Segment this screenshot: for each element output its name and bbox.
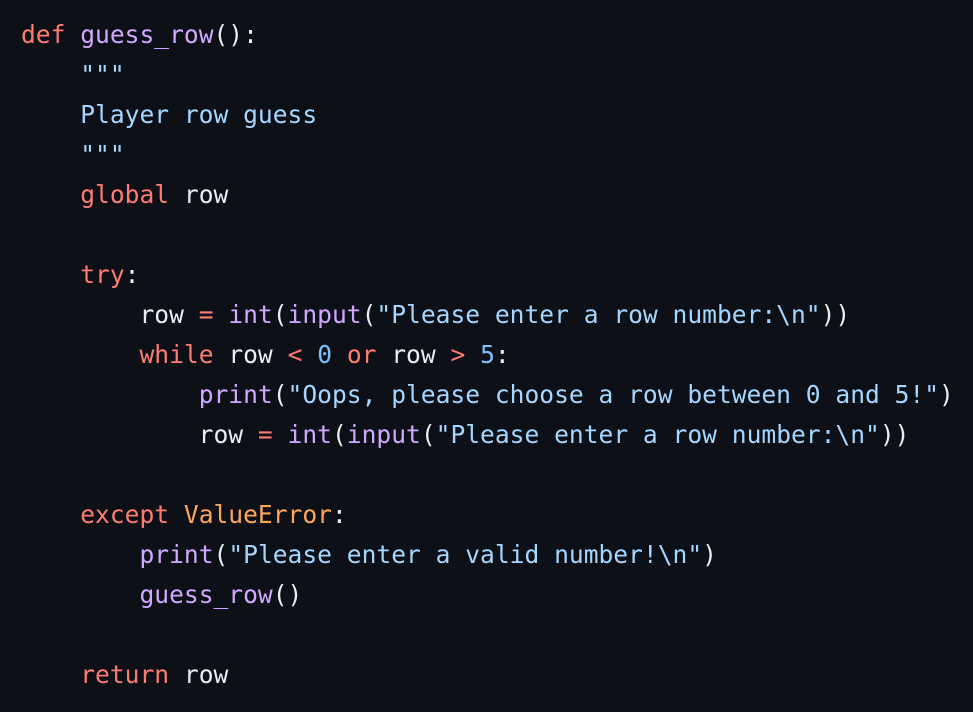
code-token-builtin: print [139, 540, 214, 569]
code-token-string: "Please enter a row number:\n" [435, 420, 880, 449]
code-token-keyword: def [21, 20, 66, 49]
code-token-keyword: global [80, 180, 170, 209]
code-token-string: "Please enter a valid number!\n" [228, 540, 703, 569]
code-token-string: """ [80, 60, 125, 89]
code-token-plain: : [331, 500, 347, 529]
code-line: row = int(input("Please enter a row numb… [21, 415, 910, 455]
code-token-plain: (): [213, 20, 258, 49]
code-token-plain: row [21, 420, 258, 449]
code-line: Player row guess [21, 95, 317, 135]
code-token-plain: ( [361, 300, 377, 329]
code-token-operator: = [198, 300, 214, 329]
code-line: def guess_row(): [21, 15, 258, 55]
code-line: while row < 0 or row > 5: [21, 335, 510, 375]
code-line: except ValueError: [21, 495, 347, 535]
code-token-builtin: input [287, 300, 362, 329]
code-token-plain: row [376, 340, 451, 369]
code-token-operator: < [287, 340, 303, 369]
code-token-plain: )) [820, 300, 851, 329]
code-token-plain: : [494, 340, 510, 369]
code-block: def guess_row(): """ Player row guess ""… [0, 0, 973, 712]
code-token-keyword: except [80, 500, 170, 529]
code-line: try: [21, 255, 139, 295]
code-token-plain: ( [272, 380, 288, 409]
code-token-keyword: return [80, 660, 170, 689]
code-token-plain: ( [213, 540, 229, 569]
code-line: print("Please enter a valid number!\n") [21, 535, 717, 575]
code-token-plain: row [169, 660, 229, 689]
code-token-string: """ [80, 140, 125, 169]
code-token-builtin: input [346, 420, 421, 449]
code-line: print("Oops, please choose a row between… [21, 375, 954, 415]
code-line: guess_row() [21, 575, 302, 615]
code-token-keyword: while [139, 340, 214, 369]
code-token-class: ValueError [183, 500, 332, 529]
code-token-number: 0 [317, 340, 332, 369]
code-token-func: guess_row [80, 20, 214, 49]
code-token-string: "Oops, please choose a row between 0 and… [287, 380, 940, 409]
code-token-builtin: int [287, 420, 332, 449]
code-token-builtin: print [198, 380, 273, 409]
code-token-plain: ( [331, 420, 347, 449]
code-line: """ [21, 55, 125, 95]
code-line: """ [21, 135, 125, 175]
code-line: return row [21, 655, 228, 695]
code-token-operator: = [257, 420, 273, 449]
code-token-keyword: try [80, 260, 125, 289]
code-token-builtin: int [228, 300, 273, 329]
code-token-plain: )) [879, 420, 910, 449]
code-token-func: guess_row [139, 580, 273, 609]
code-token-plain: ( [272, 300, 288, 329]
code-token-plain: row [169, 180, 229, 209]
code-token-plain: : [124, 260, 140, 289]
code-token-string: "Please enter a row number:\n" [376, 300, 821, 329]
code-token-plain: ( [420, 420, 436, 449]
code-line: row = int(input("Please enter a row numb… [21, 295, 850, 335]
code-token-plain: row [21, 300, 199, 329]
code-token-plain: ) [939, 380, 954, 409]
code-token-string: Player row guess [21, 100, 318, 129]
code-line: global row [21, 175, 228, 215]
code-token-plain: ) [702, 540, 717, 569]
code-token-operator: > [450, 340, 466, 369]
code-token-plain: row [213, 340, 288, 369]
code-token-keyword: or [346, 340, 377, 369]
code-token-plain: () [272, 580, 303, 609]
code-token-number: 5 [480, 340, 495, 369]
